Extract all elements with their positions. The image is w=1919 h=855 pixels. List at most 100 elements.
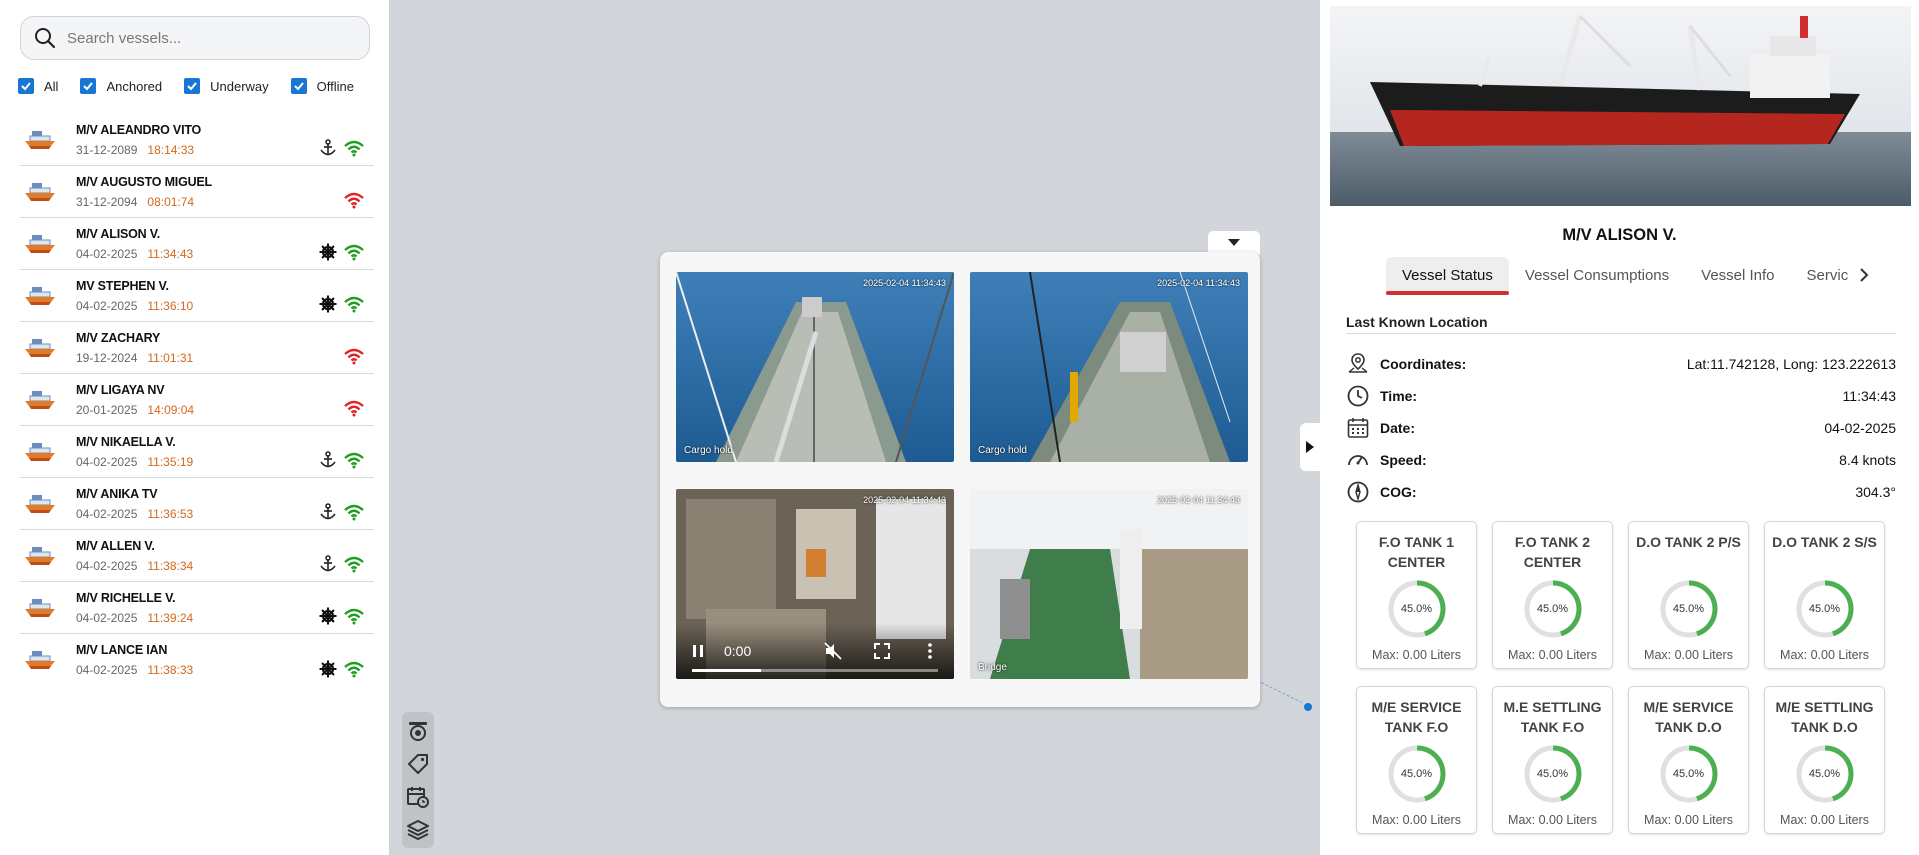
vessel-time: 11:34:43 xyxy=(147,246,194,261)
wifi-signal-icon xyxy=(344,400,364,417)
tank-card[interactable]: D.O TANK 2 S/S 45.0% Max: 0.00 Liters xyxy=(1764,521,1885,669)
search-box[interactable] xyxy=(20,16,370,60)
pause-icon[interactable] xyxy=(690,643,706,659)
checkbox-checked-icon[interactable] xyxy=(290,78,307,94)
vessel-status-icons xyxy=(312,607,364,625)
vessel-info: M/V ALISON V. 04-02-2025 11:34:43 xyxy=(76,227,193,261)
vessel-info: M/V ALEANDRO VITO 31-12-2089 18:14:33 xyxy=(76,123,201,157)
tank-name: F.O TANK 2 CENTER xyxy=(1514,534,1591,570)
tab-vessel-consumptions[interactable]: Vessel Consumptions xyxy=(1509,257,1685,293)
wifi-signal-icon xyxy=(344,140,364,157)
camera-feed[interactable]: 2025-02-04 11:34:43 Cargo hold xyxy=(676,272,954,462)
checkbox-checked-icon[interactable] xyxy=(184,78,201,94)
section-title: Last Known Location xyxy=(1346,314,1488,330)
camera-timestamp: 2025-02-04 11:34:43 xyxy=(863,495,946,505)
tank-grid: F.O TANK 1 CENTER 45.0% Max: 0.00 Liters F.… xyxy=(1356,521,1900,669)
vessel-row[interactable]: M/V AUGUSTO MIGUEL 31-12-2094 08:01:74 xyxy=(20,166,374,218)
tank-percent: 45.0% xyxy=(1400,603,1433,615)
vessel-name: M/V ZACHARY xyxy=(76,330,161,345)
video-progress[interactable] xyxy=(692,669,938,672)
tank-card[interactable]: F.O TANK 2 CENTER 45.0% Max: 0.00 Liters xyxy=(1492,521,1613,669)
collapse-panel-button[interactable] xyxy=(1300,423,1320,471)
muted-icon[interactable] xyxy=(824,642,842,660)
vessel-row[interactable]: M/V NIKAELLA V. 04-02-2025 11:35:19 xyxy=(20,426,374,478)
filter-label: Offline xyxy=(316,78,354,94)
camera-video[interactable]: 2025-02-04 11:34:43 0:00 xyxy=(676,489,954,679)
vessel-row[interactable]: M/V LIGAYA NV 20-01-2025 14:09:04 xyxy=(20,374,374,426)
filter-offline[interactable]: Offline xyxy=(290,78,354,94)
vessel-row[interactable]: M/V ZACHARY 19-12-2024 11:01:31 xyxy=(20,322,374,374)
camera-timestamp: 2025-02-04 11:34:43 xyxy=(863,278,946,288)
tank-card[interactable]: M/E SERVICE TANK F.O 45.0% Max: 0.00 Liter… xyxy=(1356,686,1477,834)
anchor-icon xyxy=(320,555,336,572)
vessel-detail-panel: M/V ALISON V. Vessel Status Vessel Consu… xyxy=(1320,0,1919,855)
vessel-row[interactable]: M/V ANIKA TV 04-02-2025 11:36:53 xyxy=(20,478,374,530)
tank-gauge: 45.0% xyxy=(1794,743,1856,805)
tank-max: Max: 0.00 Liters xyxy=(1644,813,1733,827)
tab-services[interactable]: Servic xyxy=(1791,257,1853,293)
vessel-meta: 04-02-2025 11:35:19 xyxy=(76,455,193,469)
cog-value: 304.3° xyxy=(1855,484,1896,500)
camera-image xyxy=(676,272,954,462)
tab-vessel-status[interactable]: Vessel Status xyxy=(1386,257,1509,295)
ship-icon xyxy=(25,338,55,357)
vessel-info: M/V ZACHARY 19-12-2024 11:01:31 xyxy=(76,331,193,365)
tank-gauge: 45.0% xyxy=(1658,743,1720,805)
vessel-row[interactable]: M/V RICHELLE V. 04-02-2025 11:39:24 xyxy=(20,582,374,634)
calendar-clock-icon[interactable] xyxy=(406,785,430,809)
checkbox-checked-icon[interactable] xyxy=(80,78,97,94)
search-input[interactable] xyxy=(67,29,357,47)
calendar-icon xyxy=(1347,418,1369,438)
speed-row: Speed: 8.4 knots xyxy=(1346,447,1896,473)
vessel-name: M/V NIKAELLA V. xyxy=(76,434,176,449)
vessel-date: 31-12-2089 xyxy=(76,142,138,157)
chevron-right-icon[interactable] xyxy=(1859,268,1869,282)
date-label: Date: xyxy=(1380,420,1416,436)
vessel-row[interactable]: M/V ALLEN V. 04-02-2025 11:38:34 xyxy=(20,530,374,582)
date-value: 04-02-2025 xyxy=(1824,420,1896,436)
tank-card[interactable]: M/E SERVICE TANK D.O 45.0% Max: 0.00 Liter… xyxy=(1628,686,1749,834)
fullscreen-icon[interactable] xyxy=(873,642,891,660)
wifi-signal-icon xyxy=(344,504,364,521)
vessel-status-icons xyxy=(312,451,364,469)
more-vert-icon[interactable] xyxy=(921,642,939,660)
filter-all[interactable]: All xyxy=(18,78,58,94)
camera-feed[interactable]: 2025-02-04 11:34:43 Cargo hold xyxy=(970,272,1248,462)
vessel-status-icons xyxy=(312,503,364,521)
clock-icon xyxy=(1347,385,1369,407)
tab-vessel-info[interactable]: Vessel Info xyxy=(1685,257,1790,293)
vessel-row[interactable]: M/V ALISON V. 04-02-2025 11:34:43 xyxy=(20,218,374,270)
vessel-time: 11:01:31 xyxy=(147,350,194,365)
layers-icon[interactable] xyxy=(406,818,430,842)
vessel-meta: 04-02-2025 11:38:34 xyxy=(76,559,193,573)
speedometer-icon xyxy=(1348,455,1368,466)
tank-name: D.O TANK 2 S/S xyxy=(1772,534,1877,550)
tank-max: Max: 0.00 Liters xyxy=(1508,648,1597,662)
detail-tabs: Vessel Status Vessel Consumptions Vessel… xyxy=(1386,257,1890,295)
filter-underway[interactable]: Underway xyxy=(184,78,269,94)
vessel-info: M/V ANIKA TV 04-02-2025 11:36:53 xyxy=(76,487,193,521)
vessel-marker[interactable] xyxy=(1304,703,1312,711)
vessel-row[interactable]: M/V LANCE IAN 04-02-2025 11:38:33 xyxy=(20,634,374,686)
filter-label: Anchored xyxy=(106,78,163,94)
tank-percent: 45.0% xyxy=(1672,768,1705,780)
cctv-camera-icon[interactable] xyxy=(406,719,430,743)
vessel-row[interactable]: MV STEPHEN V. 04-02-2025 11:36:10 xyxy=(20,270,374,322)
vessel-row[interactable]: M/V ALEANDRO VITO 31-12-2089 18:14:33 xyxy=(20,114,374,166)
vessel-status-icons xyxy=(312,660,364,678)
vessel-time: 11:36:53 xyxy=(147,506,194,521)
camera-panel: 2025-02-04 11:34:43 Cargo hold 2025-02-0… xyxy=(660,252,1260,707)
tank-card[interactable]: D.O TANK 2 P/S 45.0% Max: 0.00 Liters xyxy=(1628,521,1749,669)
tag-icon[interactable] xyxy=(406,752,430,776)
tank-card[interactable]: F.O TANK 1 CENTER 45.0% Max: 0.00 Liters xyxy=(1356,521,1477,669)
date-row: Date: 04-02-2025 xyxy=(1346,415,1896,441)
camera-feed[interactable]: 2025-02-04 11:34:43 Bridge xyxy=(970,489,1248,679)
map-area[interactable]: 2025-02-04 11:34:43 Cargo hold 2025-02-0… xyxy=(390,0,1320,855)
checkbox-checked-icon[interactable] xyxy=(18,78,34,94)
tank-card[interactable]: M/E SETTLING TANK D.O 45.0% Max: 0.00 Lite… xyxy=(1764,686,1885,834)
filter-anchored[interactable]: Anchored xyxy=(80,78,162,94)
helm-icon xyxy=(319,607,337,625)
vessel-meta: 31-12-2094 08:01:74 xyxy=(76,195,212,209)
tank-card[interactable]: M.E SETTLING TANK F.O 45.0% Max: 0.00 Lite… xyxy=(1492,686,1613,834)
tank-name: M/E SERVICE TANK D.O xyxy=(1643,699,1734,735)
